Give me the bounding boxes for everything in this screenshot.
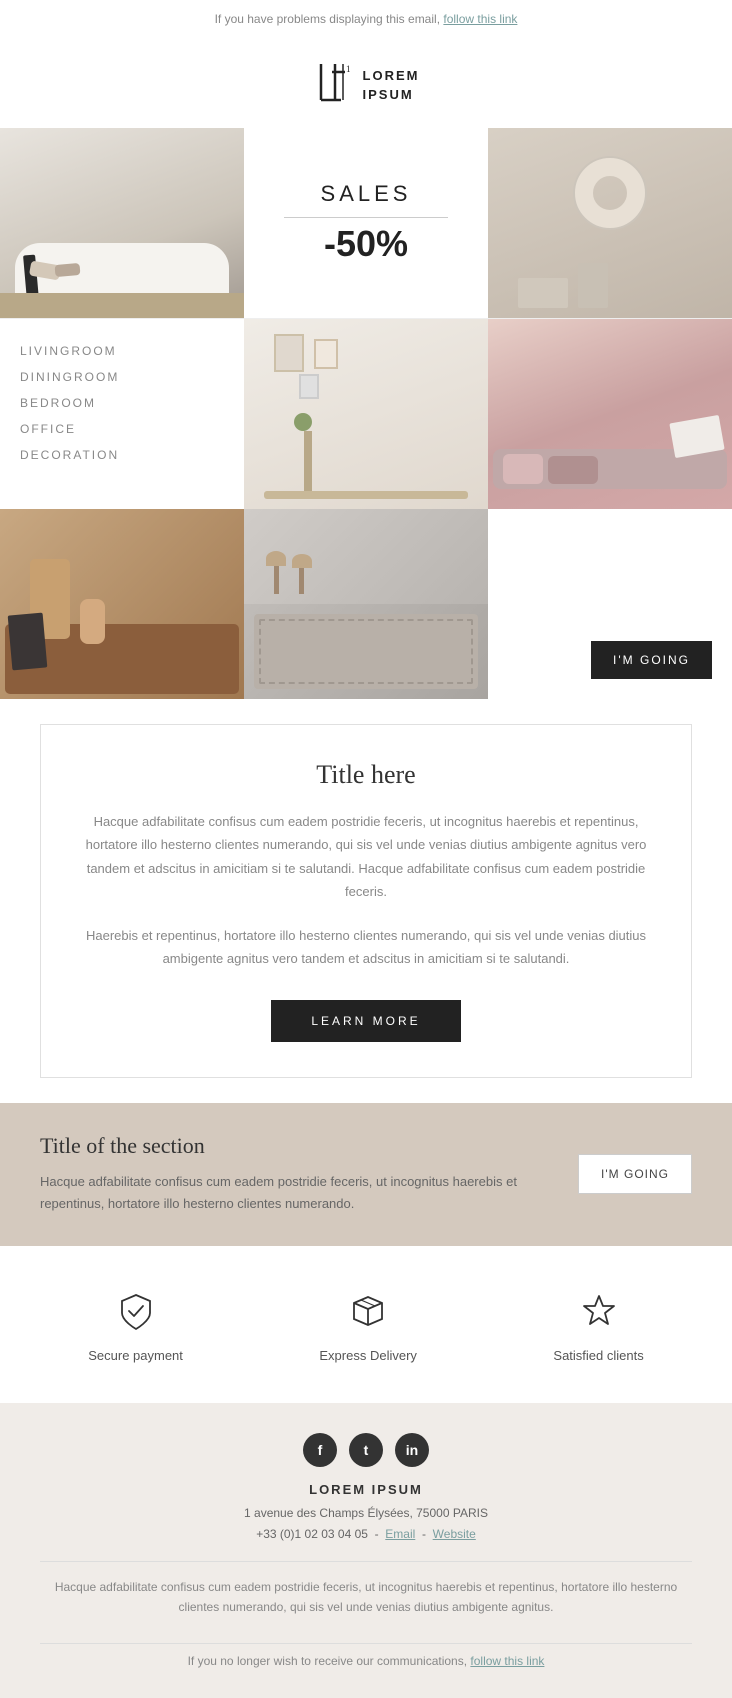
footer-address: 1 avenue des Champs Élysées, 75000 PARIS…: [40, 1503, 692, 1546]
hero-center: SALES -50%: [244, 128, 488, 318]
logo-text: LOREM IPSUM: [363, 67, 420, 103]
sales-label: SALES: [321, 181, 412, 207]
product-image-deer: [244, 509, 488, 604]
product-image-desk: [244, 319, 488, 509]
product-image-bedroom: [488, 319, 732, 509]
beige-section-body: Hacque adfabilitate confisus cum eadem p…: [40, 1171, 548, 1215]
instagram-icon[interactable]: in: [395, 1433, 429, 1467]
mid-grid: LIVINGROOM DININGROOM BEDROOM OFFICE DEC…: [0, 318, 732, 509]
text-section-title: Title here: [81, 760, 651, 790]
learn-more-button[interactable]: LEARN MORE: [271, 1000, 460, 1042]
logo-icon: 1: [313, 58, 355, 113]
star-icon: [574, 1286, 624, 1336]
logo-container: 1 LOREM IPSUM: [313, 58, 420, 113]
text-section-body2: Haerebis et repentinus, hortatore illo h…: [81, 924, 651, 971]
logo-section: 1 LOREM IPSUM: [0, 38, 732, 128]
features-row: Secure payment Express Delivery Satisfie…: [0, 1246, 732, 1403]
feature-satisfied-clients: Satisfied clients: [553, 1286, 643, 1363]
beige-im-going-button[interactable]: I'M GOING: [578, 1154, 692, 1194]
product-image-workspace: [0, 509, 244, 699]
top-bar-text: If you have problems displaying this ema…: [215, 12, 440, 26]
product-image-pillow: [244, 604, 488, 699]
sales-percent: -50%: [324, 223, 408, 265]
nav-item-bedroom[interactable]: BEDROOM: [20, 396, 224, 410]
box-icon: [343, 1286, 393, 1336]
hero-image-left: [0, 128, 244, 318]
satisfied-clients-label: Satisfied clients: [553, 1348, 643, 1363]
footer-unsubscribe-link[interactable]: follow this link: [470, 1654, 544, 1668]
nav-item-diningroom[interactable]: DININGROOM: [20, 370, 224, 384]
svg-text:1: 1: [346, 64, 350, 74]
footer-brand: LOREM IPSUM: [40, 1482, 692, 1497]
bottom-right-column: I'M GOING: [488, 509, 732, 699]
nav-item-decoration[interactable]: DECORATION: [20, 448, 224, 462]
hero-image-right: [488, 128, 732, 318]
footer-unsubscribe: If you no longer wish to receive our com…: [40, 1643, 692, 1668]
text-section-body1: Hacque adfabilitate confisus cum eadem p…: [81, 810, 651, 904]
feature-secure-payment: Secure payment: [88, 1286, 183, 1363]
sales-divider: [284, 217, 447, 218]
footer: f t in LOREM IPSUM 1 avenue des Champs É…: [0, 1403, 732, 1698]
nav-column: LIVINGROOM DININGROOM BEDROOM OFFICE DEC…: [0, 319, 244, 509]
im-going-button[interactable]: I'M GOING: [591, 641, 712, 679]
beige-content: Title of the section Hacque adfabilitate…: [40, 1133, 578, 1215]
nav-item-office[interactable]: OFFICE: [20, 422, 224, 436]
hero-grid: SALES -50%: [0, 128, 732, 318]
text-section: Title here Hacque adfabilitate confisus …: [40, 724, 692, 1078]
top-bar-link[interactable]: follow this link: [443, 12, 517, 26]
bottom-center-column: [244, 509, 488, 699]
beige-section: Title of the section Hacque adfabilitate…: [0, 1103, 732, 1245]
nav-item-livingroom[interactable]: LIVINGROOM: [20, 344, 224, 358]
footer-body-text: Hacque adfabilitate confisus cum eadem p…: [40, 1561, 692, 1633]
feature-express-delivery: Express Delivery: [319, 1286, 417, 1363]
shield-check-icon: [111, 1286, 161, 1336]
express-delivery-label: Express Delivery: [319, 1348, 417, 1363]
facebook-icon[interactable]: f: [303, 1433, 337, 1467]
bottom-grid: I'M GOING: [0, 509, 732, 699]
secure-payment-label: Secure payment: [88, 1348, 183, 1363]
social-icons: f t in: [40, 1433, 692, 1467]
footer-website-link[interactable]: Website: [433, 1527, 476, 1541]
top-bar: If you have problems displaying this ema…: [0, 0, 732, 38]
email-wrapper: If you have problems displaying this ema…: [0, 0, 732, 1698]
twitter-icon[interactable]: t: [349, 1433, 383, 1467]
footer-email-link[interactable]: Email: [385, 1527, 415, 1541]
beige-section-title: Title of the section: [40, 1133, 548, 1159]
